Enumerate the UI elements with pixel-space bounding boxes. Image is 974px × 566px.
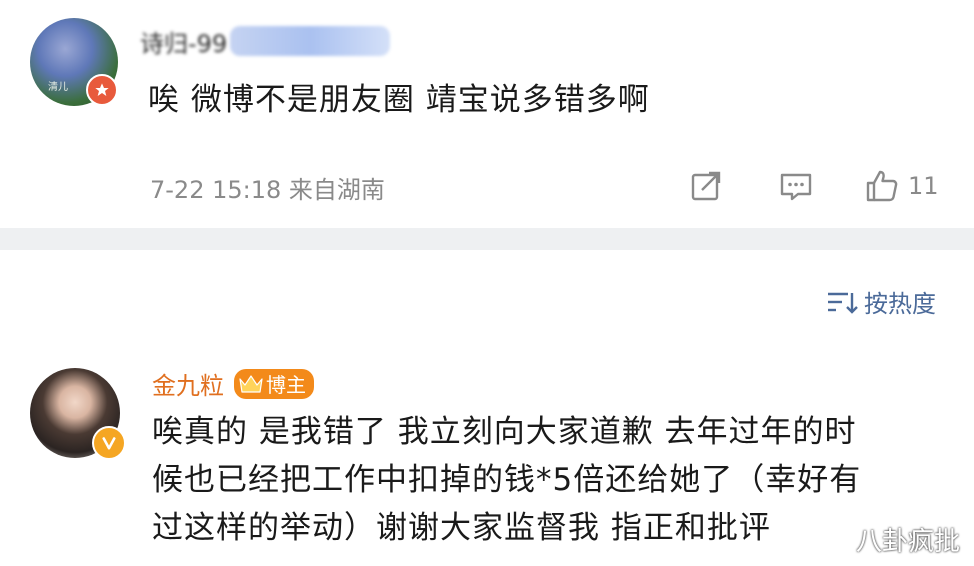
author-badge: 博主 bbox=[234, 368, 314, 399]
comment-header: 金九粒 博主 bbox=[152, 366, 314, 401]
section-divider bbox=[0, 228, 974, 250]
comment-text: 唉真的 是我错了 我立刻向大家道歉 去年过年的时 候也已经把工作中扣掉的钱*5倍… bbox=[152, 408, 932, 552]
verified-v-icon bbox=[92, 426, 126, 460]
sort-icon bbox=[828, 292, 858, 314]
sort-by-hot-button[interactable]: 按热度 bbox=[826, 284, 936, 319]
comment-line: 过这样的举动）谢谢大家监督我 指正和批评 bbox=[152, 510, 771, 546]
post-text: 唉 微博不是朋友圈 靖宝说多错多啊 bbox=[148, 82, 650, 118]
crown-icon bbox=[239, 374, 263, 393]
verified-badge-icon bbox=[86, 74, 118, 106]
post-username[interactable]: 诗归-99 bbox=[140, 24, 390, 58]
like-count: 11 bbox=[908, 172, 939, 200]
share-button[interactable] bbox=[688, 168, 724, 204]
username-redaction bbox=[230, 26, 390, 56]
comment-icon bbox=[780, 173, 812, 201]
comment-line: 候也已经把工作中扣掉的钱*5倍还给她了（幸好有 bbox=[152, 462, 862, 498]
comment-button[interactable] bbox=[778, 168, 814, 204]
like-button[interactable]: 11 bbox=[864, 168, 939, 204]
author-badge-label: 博主 bbox=[266, 373, 306, 397]
comment-line: 唉真的 是我错了 我立刻向大家道歉 去年过年的时 bbox=[152, 414, 857, 450]
comments-section: 按热度 金九粒 博主 唉真的 是我错了 我立刻向大家道歉 去年过年的时 候也已经… bbox=[0, 250, 974, 566]
share-icon bbox=[691, 171, 721, 201]
post-meta: 7-22 15:18 来自湖南 bbox=[150, 176, 385, 204]
watermark: 八卦疯批 bbox=[855, 527, 960, 557]
thumbs-up-icon bbox=[866, 170, 898, 202]
original-post: 清儿 诗归-99 唉 微博不是朋友圈 靖宝说多错多啊 7-22 15:18 来自… bbox=[0, 0, 974, 228]
avatar-caption: 清儿 bbox=[48, 82, 68, 93]
comment-username[interactable]: 金九粒 bbox=[152, 366, 224, 401]
post-username-text: 诗归-99 bbox=[140, 30, 228, 58]
sort-label: 按热度 bbox=[864, 290, 936, 318]
